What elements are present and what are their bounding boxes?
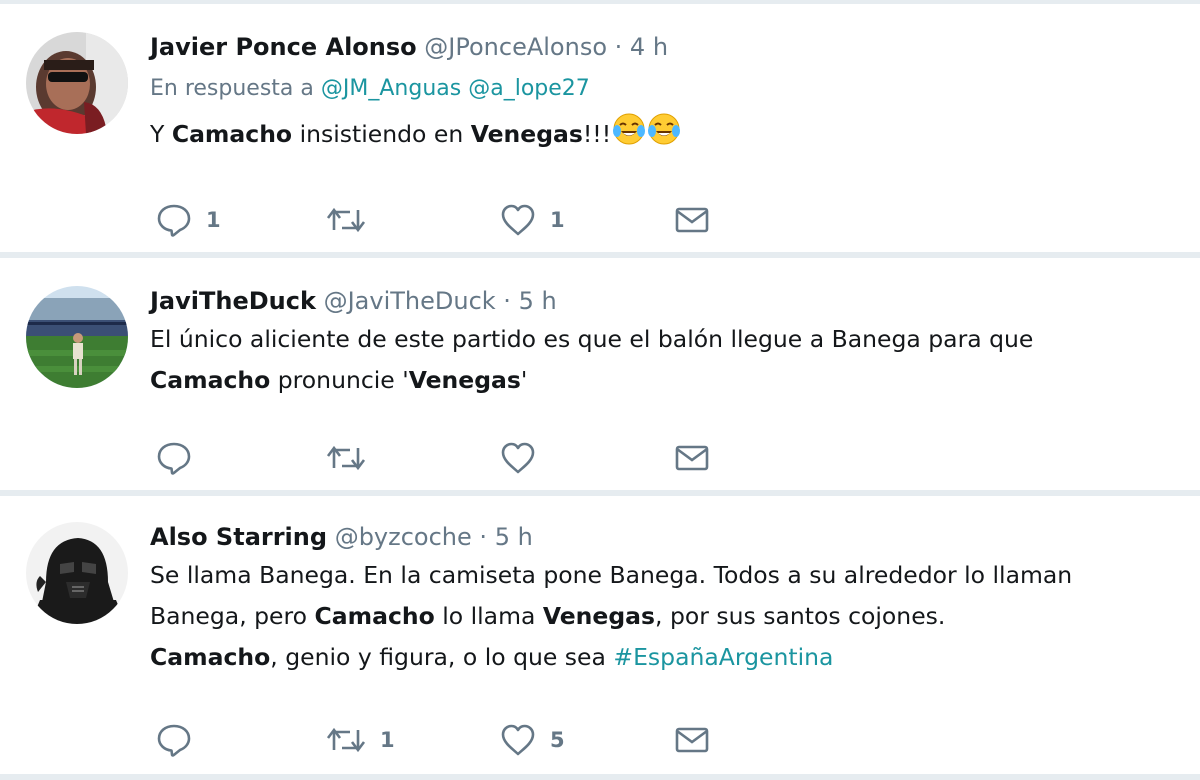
separator-dot: ·: [503, 287, 511, 315]
envelope-icon: [675, 727, 709, 753]
user-handle[interactable]: @JPonceAlonso: [424, 33, 607, 61]
like-count: 1: [550, 208, 565, 232]
like-button[interactable]: 1: [500, 202, 565, 238]
envelope-icon: [675, 445, 709, 471]
face-with-tears-of-joy-icon: [647, 112, 681, 159]
reply-button[interactable]: [156, 440, 206, 476]
tweet-header: Javier Ponce Alonso @JPonceAlonso · 4 h: [150, 32, 1186, 62]
reply-button[interactable]: [156, 722, 206, 758]
retweet-icon: [326, 727, 366, 753]
direct-message-button[interactable]: [674, 440, 710, 476]
tweet-separator: [0, 774, 1200, 780]
tweet-actions: [150, 440, 750, 476]
retweet-count: 1: [380, 728, 395, 752]
direct-message-button[interactable]: [674, 202, 710, 238]
tweet[interactable]: Javier Ponce Alonso @JPonceAlonso · 4 h …: [0, 4, 1200, 252]
display-name[interactable]: JaviTheDuck: [150, 287, 316, 315]
tweet-text: El único aliciente de este partido es qu…: [150, 325, 1034, 394]
reply-icon: [157, 204, 191, 237]
heart-icon: [501, 204, 535, 236]
retweet-button[interactable]: 1: [326, 722, 395, 758]
hashtag-link[interactable]: #EspañaArgentina: [613, 643, 833, 671]
reply-context: En respuesta a @JM_Anguas @a_lope27: [150, 74, 1186, 104]
display-name[interactable]: Javier Ponce Alonso: [150, 33, 417, 61]
retweet-icon: [326, 207, 366, 233]
retweet-button[interactable]: [326, 440, 380, 476]
separator-dot: ·: [614, 33, 623, 61]
reply-count: 1: [206, 208, 221, 232]
separator-dot: ·: [479, 523, 488, 551]
envelope-icon: [675, 207, 709, 233]
mention-link[interactable]: @JM_Anguas: [321, 76, 461, 101]
tweet-actions: 1 5: [150, 722, 750, 758]
tweet-text: Y Camacho insistiendo en Venegas!!!: [150, 112, 1186, 159]
reply-icon: [157, 442, 191, 475]
tweet[interactable]: Also Starring @byzcoche · 5 h Se llama B…: [0, 496, 1200, 774]
avatar[interactable]: [26, 286, 128, 388]
tweet-text: Se llama Banega. En la camiseta pone Ban…: [150, 561, 1073, 671]
retweet-button[interactable]: [326, 202, 380, 238]
like-count: 5: [550, 728, 565, 752]
tweet-actions: 1 1: [150, 202, 750, 238]
tweet-header: JaviTheDuck @JaviTheDuck · 5 h: [150, 286, 1186, 316]
reply-button[interactable]: 1: [156, 202, 221, 238]
user-handle[interactable]: @byzcoche: [335, 523, 472, 551]
timestamp[interactable]: 4 h: [630, 33, 668, 61]
timestamp[interactable]: 5 h: [519, 287, 557, 315]
like-button[interactable]: [500, 440, 550, 476]
tweet[interactable]: JaviTheDuck @JaviTheDuck · 5 h El único …: [0, 258, 1200, 490]
like-button[interactable]: 5: [500, 722, 565, 758]
heart-icon: [501, 442, 535, 474]
retweet-icon: [326, 445, 366, 471]
avatar[interactable]: [26, 32, 128, 134]
user-handle[interactable]: @JaviTheDuck: [324, 287, 496, 315]
direct-message-button[interactable]: [674, 722, 710, 758]
timestamp[interactable]: 5 h: [495, 523, 533, 551]
tweet-header: Also Starring @byzcoche · 5 h: [150, 522, 1186, 552]
avatar[interactable]: [26, 522, 128, 624]
mention-link[interactable]: @a_lope27: [468, 76, 590, 101]
heart-icon: [501, 724, 535, 756]
face-with-tears-of-joy-icon: [612, 112, 646, 159]
reply-prefix: En respuesta a: [150, 76, 314, 101]
reply-icon: [157, 724, 191, 757]
display-name[interactable]: Also Starring: [150, 523, 327, 551]
